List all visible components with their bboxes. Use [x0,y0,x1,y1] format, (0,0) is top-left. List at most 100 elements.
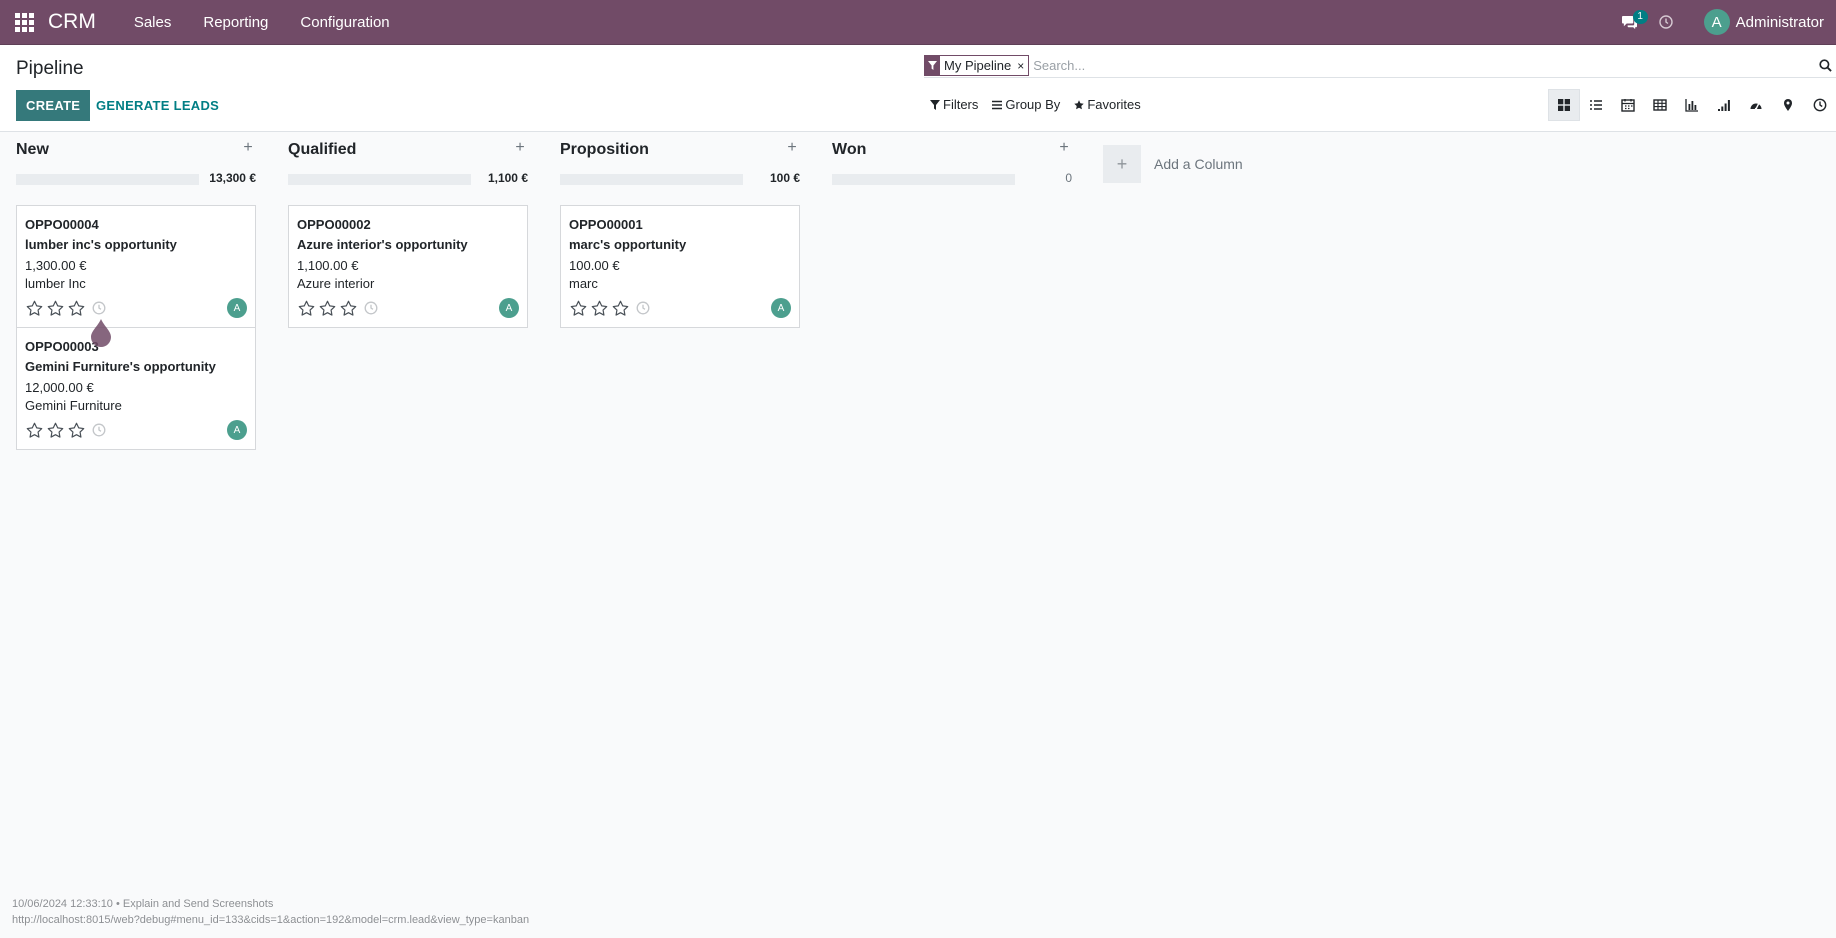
card-reference: OPPO00004 [25,217,99,232]
app-brand[interactable]: CRM [48,10,96,34]
user-menu[interactable]: A Administrator [1703,9,1836,35]
card-avatar[interactable]: A [771,298,791,318]
dashboard-view-button[interactable] [1740,89,1772,121]
star-icon[interactable] [67,299,85,317]
menu-item-reporting[interactable]: Reporting [187,0,284,45]
activity-view-button[interactable] [1804,89,1836,121]
progress-bar[interactable] [832,174,1015,185]
card-amount: 1,300.00 € [25,258,87,273]
star-icon[interactable] [339,299,357,317]
calendar-view-button[interactable] [1612,89,1644,121]
star-icon[interactable] [318,299,336,317]
column-cards: OPPO00004 lumber inc's opportunity 1,300.0… [16,205,256,450]
card-company: Gemini Furniture [25,398,122,413]
footer-url: http://localhost:8015/web?debug#menu_id=… [12,914,530,926]
activity-clock-icon[interactable] [90,421,108,439]
star-icon[interactable] [25,299,43,317]
column-header: Proposition + [560,133,800,166]
list-view-button[interactable] [1580,89,1612,121]
card-name: Gemini Furniture's opportunity [25,359,216,374]
activity-clock-icon[interactable] [634,299,652,317]
facet-label: My Pipeline [944,58,1012,73]
star-icon[interactable] [46,299,64,317]
column-title[interactable]: Proposition [560,141,649,159]
activity-clock-icon[interactable] [362,299,380,317]
kanban-column-new: New +13,300 € OPPO00004 lumber inc's opport… [16,133,256,450]
opportunity-card[interactable]: OPPO00002 Azure interior's opportunity 1,1… [288,205,528,328]
activity-menu[interactable] [1648,0,1684,45]
star-icon [1074,99,1085,109]
card-amount: 100.00 € [569,258,620,273]
clock-icon [1813,98,1827,112]
column-title[interactable]: Won [832,141,866,159]
progress-bar[interactable] [560,174,743,185]
search-icon[interactable] [1814,59,1836,72]
star-icon[interactable] [590,299,608,317]
favorites-dropdown[interactable]: Favorites [1074,97,1141,112]
card-avatar[interactable]: A [227,298,247,318]
column-title[interactable]: New [16,141,49,159]
opportunity-card[interactable]: OPPO00001 marc's opportunity 100.00 € marc A [560,205,800,328]
kanban-view-button[interactable] [1548,89,1580,121]
column-header: Qualified + [288,133,528,166]
facet-remove-icon[interactable]: × [1015,59,1028,73]
footer-timestamp: 10/06/2024 12:33:10 • Explain and Send S… [12,898,274,910]
apps-menu-icon[interactable] [0,0,48,45]
star-icon[interactable] [67,421,85,439]
search-input[interactable] [1033,58,1814,73]
create-button[interactable]: CREATE [16,90,91,121]
main-menu: Sales Reporting Configuration [118,0,406,45]
star-icon[interactable] [569,299,587,317]
opportunity-card[interactable]: OPPO00004 lumber inc's opportunity 1,300.0… [16,205,256,328]
card-amount: 12,000.00 € [25,380,94,395]
search-facet: My Pipeline × [924,55,1030,76]
star-icon[interactable] [46,421,64,439]
quick-create-icon[interactable]: + [784,139,800,157]
quick-create-icon[interactable]: + [240,139,256,157]
star-icon[interactable] [297,299,315,317]
messaging-menu[interactable]: 1 [1612,0,1648,45]
map-view-button[interactable] [1772,89,1804,121]
menu-item-configuration[interactable]: Configuration [284,0,405,45]
card-footer: A [25,298,247,318]
menu-item-sales[interactable]: Sales [118,0,188,45]
view-switcher [1548,89,1836,121]
opportunity-card[interactable]: OPPO00003 Gemini Furniture's opportunity 1… [16,327,256,450]
card-avatar[interactable]: A [499,298,519,318]
column-title[interactable]: Qualified [288,141,356,159]
column-progress: 0 [832,166,1072,188]
navbar-systray: 1 A Administrator [1612,0,1836,45]
priority-stars [25,421,85,439]
group-by-dropdown[interactable]: Group By [992,97,1060,112]
quick-create-icon[interactable]: + [512,139,528,157]
card-name: lumber inc's opportunity [25,237,177,252]
card-reference: OPPO00001 [569,217,643,232]
card-avatar[interactable]: A [227,420,247,440]
activity-clock-icon[interactable] [90,299,108,317]
map-marker-icon [1784,99,1792,111]
graph-view-button[interactable] [1676,89,1708,121]
star-icon[interactable] [611,299,629,317]
star-icon[interactable] [25,421,43,439]
bar-chart-icon [1685,99,1698,112]
clock-icon [1658,15,1673,29]
search-options: Filters Group By Favorites [930,97,1141,112]
user-name: Administrator [1735,13,1824,31]
drag-pointer-icon [91,319,111,347]
kanban-column-proposition: Proposition +100 € OPPO00001 marc's opportu… [560,133,800,328]
calendar-icon [1621,99,1635,112]
cohort-view-button[interactable] [1708,89,1740,121]
filters-dropdown[interactable]: Filters [930,97,978,112]
progress-bar[interactable] [16,174,199,185]
generate-leads-button[interactable]: GENERATE LEADS [88,90,227,121]
kanban-column-qualified: Qualified +1,100 € OPPO00002 Azure interior… [288,133,528,328]
add-column[interactable]: + Add a Column [1103,145,1243,183]
progress-bar[interactable] [288,174,471,185]
filters-label: Filters [943,97,979,112]
pivot-view-button[interactable] [1644,89,1676,121]
favorites-label: Favorites [1087,97,1141,112]
filter-icon [930,99,940,110]
plus-icon[interactable]: + [1103,145,1141,183]
quick-create-icon[interactable]: + [1056,139,1072,157]
column-total: 1,100 € [487,171,528,185]
